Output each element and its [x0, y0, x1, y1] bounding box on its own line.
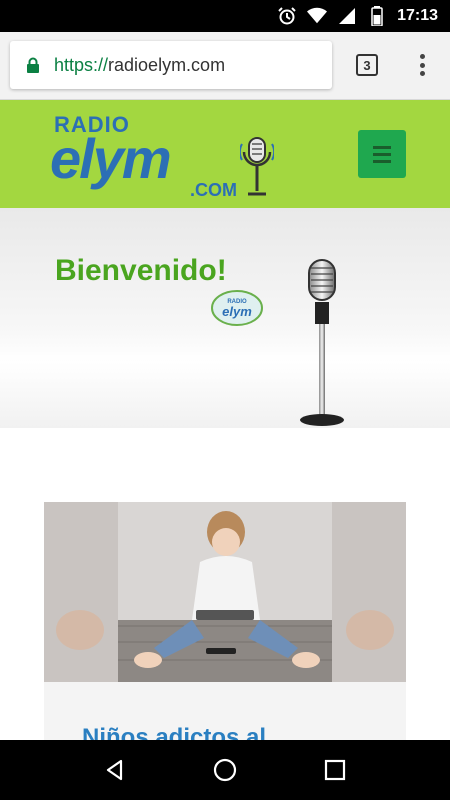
recents-icon[interactable] — [321, 756, 349, 784]
hamburger-line — [373, 152, 391, 156]
hamburger-line — [373, 159, 391, 163]
site-logo[interactable]: RADIO elym .COM — [50, 110, 280, 202]
url-text: https://radioelym.com — [54, 55, 225, 76]
tab-switcher-button[interactable]: 3 — [356, 54, 378, 76]
wifi-icon — [307, 6, 328, 26]
phone-screen: 17:13 https://radioelym.com 3 RADIO elym… — [0, 0, 450, 800]
battery-icon — [367, 6, 387, 26]
status-time: 17:13 — [397, 7, 438, 24]
menu-dot — [419, 62, 425, 68]
url-bar[interactable]: https://radioelym.com — [10, 41, 332, 89]
menu-dot — [419, 71, 425, 76]
overflow-menu-button[interactable] — [412, 52, 432, 78]
radio-elym-badge: RADIO elym — [211, 290, 263, 326]
home-icon[interactable] — [211, 756, 239, 784]
alarm-icon — [277, 6, 297, 26]
svg-text:elym: elym — [222, 304, 252, 319]
menu-dot — [419, 54, 425, 59]
hamburger-line — [373, 145, 391, 149]
hero-title: Bienvenido! — [55, 254, 227, 287]
article-card[interactable]: Niños adictos al — [44, 502, 406, 752]
microphone-icon — [300, 259, 344, 426]
logo-main-text: elym — [50, 127, 172, 190]
system-nav-bar — [0, 740, 450, 800]
browser-toolbar: https://radioelym.com 3 — [0, 32, 450, 100]
lock-icon — [27, 57, 39, 73]
url-scheme: https:// — [54, 54, 109, 75]
logo-com-text: .COM — [190, 180, 237, 200]
hamburger-menu-button[interactable] — [358, 130, 406, 178]
hero-banner: Bienvenido! RADIO elym — [0, 208, 450, 428]
back-icon[interactable] — [101, 756, 129, 784]
signal-icon — [337, 6, 357, 26]
microphone-icon — [240, 137, 274, 196]
article-image[interactable] — [44, 502, 406, 682]
status-bar: 17:13 — [0, 0, 450, 32]
url-host: radioelym.com — [108, 54, 226, 75]
site-header: RADIO elym .COM — [0, 100, 450, 208]
